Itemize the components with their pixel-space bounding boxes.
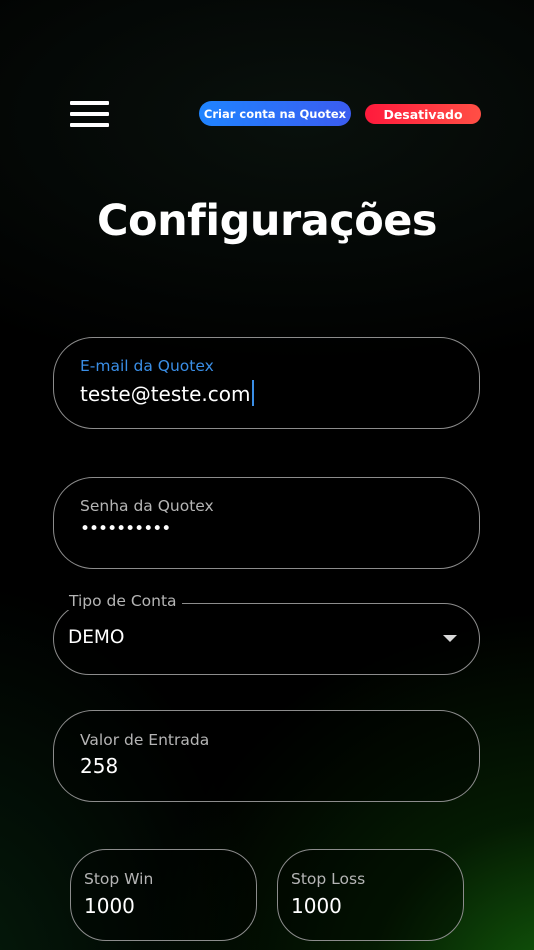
entry-value-label: Valor de Entrada [80,731,210,749]
hamburger-menu-icon[interactable] [70,101,109,127]
account-type-select[interactable]: Tipo de Conta DEMO [53,592,480,675]
stop-win-field[interactable]: Stop Win 1000 [70,849,257,941]
stop-loss-field[interactable]: Stop Loss 1000 [277,849,464,941]
email-field-value[interactable]: teste@teste.com [80,380,254,406]
password-field[interactable]: Senha da Quotex •••••••••• [53,477,480,569]
menu-line [70,123,109,127]
menu-line [70,101,109,105]
menu-line [70,112,109,116]
password-field-label: Senha da Quotex [80,497,214,515]
email-field[interactable]: E-mail da Quotex teste@teste.com [53,337,480,429]
stop-loss-label: Stop Loss [291,870,366,888]
create-account-button[interactable]: Criar conta na Quotex [199,101,351,126]
stop-win-value[interactable]: 1000 [84,894,135,918]
dropdown-arrow-icon[interactable] [443,635,457,642]
password-field-value[interactable]: •••••••••• [80,519,171,539]
status-badge[interactable]: Desativado [365,104,481,124]
stop-win-label: Stop Win [84,870,154,888]
entry-value-value[interactable]: 258 [80,754,118,778]
page-title: Configurações [96,196,438,246]
account-type-value: DEMO [68,627,125,648]
account-type-label: Tipo de Conta [64,592,182,610]
stop-loss-value[interactable]: 1000 [291,894,342,918]
email-text: teste@teste.com [80,382,251,406]
email-field-label: E-mail da Quotex [80,357,214,375]
text-caret [251,380,254,406]
entry-value-field[interactable]: Valor de Entrada 258 [53,710,480,802]
